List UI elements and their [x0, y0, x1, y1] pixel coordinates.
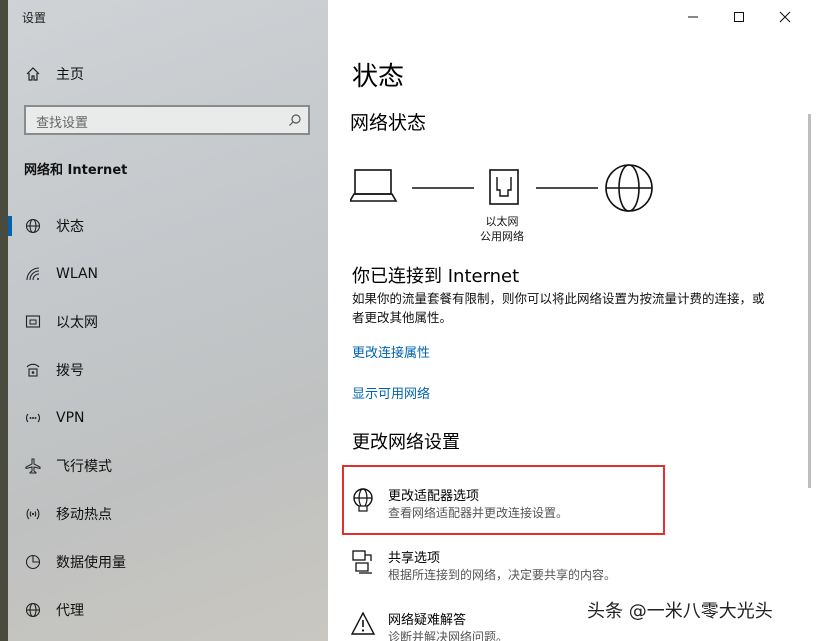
network-status-heading: 网络状态 — [350, 112, 427, 134]
content-pane: 状态 网络状态 以太网 公用网络 你已连接到 Internet 如果你的流量套餐… — [328, 0, 816, 641]
sidebar-item-data-usage[interactable]: 数据使用量 — [8, 542, 328, 582]
sidebar-item-label: VPN — [56, 410, 85, 426]
hotspot-icon — [24, 505, 42, 523]
maximize-icon — [734, 12, 744, 22]
globe-icon — [24, 217, 42, 235]
page-title: 状态 — [352, 62, 405, 92]
sidebar-section-title: 网络和 Internet — [24, 163, 128, 178]
option-title: 网络疑难解答 — [388, 613, 467, 628]
sharing-icon — [352, 550, 372, 574]
option-desc: 诊断并解决网络问题。 — [388, 630, 509, 641]
proxy-globe-icon — [24, 601, 42, 619]
option-title: 共享选项 — [388, 551, 441, 566]
sidebar-item-label: 主页 — [56, 67, 84, 83]
close-icon — [779, 11, 791, 23]
ethernet-label: 以太网 — [485, 215, 519, 228]
search-placeholder: 查找设置 — [36, 116, 89, 131]
wifi-icon — [24, 265, 42, 283]
sidebar-item-proxy[interactable]: 代理 — [8, 590, 328, 630]
sidebar-item-label: 代理 — [56, 603, 84, 619]
vpn-icon — [24, 409, 42, 427]
sidebar-item-label: 移动热点 — [56, 507, 112, 523]
sidebar-item-airplane[interactable]: 飞行模式 — [8, 446, 328, 486]
close-button[interactable] — [762, 4, 808, 30]
sidebar-item-label: 以太网 — [56, 315, 98, 331]
warning-icon — [350, 611, 376, 635]
change-settings-heading: 更改网络设置 — [352, 432, 460, 453]
airplane-icon — [24, 457, 42, 475]
network-diagram — [350, 164, 653, 212]
internet-globe-icon — [605, 164, 653, 212]
search-input[interactable]: 查找设置 — [24, 105, 310, 135]
search-icon — [288, 112, 302, 131]
sidebar-item-label: 拨号 — [56, 363, 84, 379]
connected-description: 如果你的流量套餐有限制，则你可以将此网络设置为按流量计费的连接，或者更改其他属性… — [352, 291, 765, 325]
home-icon — [24, 65, 42, 83]
app-title: 设置 — [22, 11, 47, 25]
data-usage-icon — [24, 553, 42, 571]
option-desc: 根据所连接到的网络，决定要共享的内容。 — [388, 568, 617, 582]
watermark: 头条 @一米八零大光头 — [587, 601, 773, 622]
sidebar-item-ethernet[interactable]: 以太网 — [8, 302, 328, 342]
maximize-button[interactable] — [716, 4, 762, 30]
sidebar-item-status[interactable]: 状态 — [8, 206, 328, 246]
sidebar-item-dialup[interactable]: 拨号 — [8, 350, 328, 390]
option-sharing[interactable]: 共享选项 根据所连接到的网络，决定要共享的内容。 — [350, 547, 770, 593]
settings-window: 设置 主页 查找设置 网络和 Internet 状态 WLAN 以太网 拨号 V… — [8, 0, 816, 641]
sidebar-item-vpn[interactable]: VPN — [8, 398, 328, 438]
change-connection-properties-link[interactable]: 更改连接属性 — [352, 342, 430, 361]
highlight-box — [342, 465, 665, 535]
show-available-networks-link[interactable]: 显示可用网络 — [352, 383, 430, 402]
ethernet-icon — [24, 313, 42, 331]
connected-heading: 你已连接到 Internet — [352, 266, 520, 287]
sidebar-item-label: 状态 — [56, 219, 84, 235]
ethernet-port-icon — [489, 169, 519, 205]
network-type: 公用网络 — [480, 230, 524, 243]
sidebar-item-label: 飞行模式 — [56, 459, 112, 475]
sidebar-item-label: WLAN — [56, 266, 99, 282]
sidebar-item-label: 数据使用量 — [56, 555, 126, 571]
minimize-icon — [688, 16, 698, 18]
sidebar-item-wlan[interactable]: WLAN — [8, 254, 328, 294]
minimize-button[interactable] — [670, 4, 716, 30]
laptop-icon — [350, 169, 398, 202]
sidebar: 设置 主页 查找设置 网络和 Internet 状态 WLAN 以太网 拨号 V… — [8, 0, 328, 641]
ethernet-caption: 以太网 公用网络 — [462, 214, 542, 244]
dialup-icon — [24, 361, 42, 379]
scrollbar[interactable] — [808, 114, 811, 488]
sidebar-item-hotspot[interactable]: 移动热点 — [8, 494, 328, 534]
sidebar-item-home[interactable]: 主页 — [8, 54, 328, 94]
